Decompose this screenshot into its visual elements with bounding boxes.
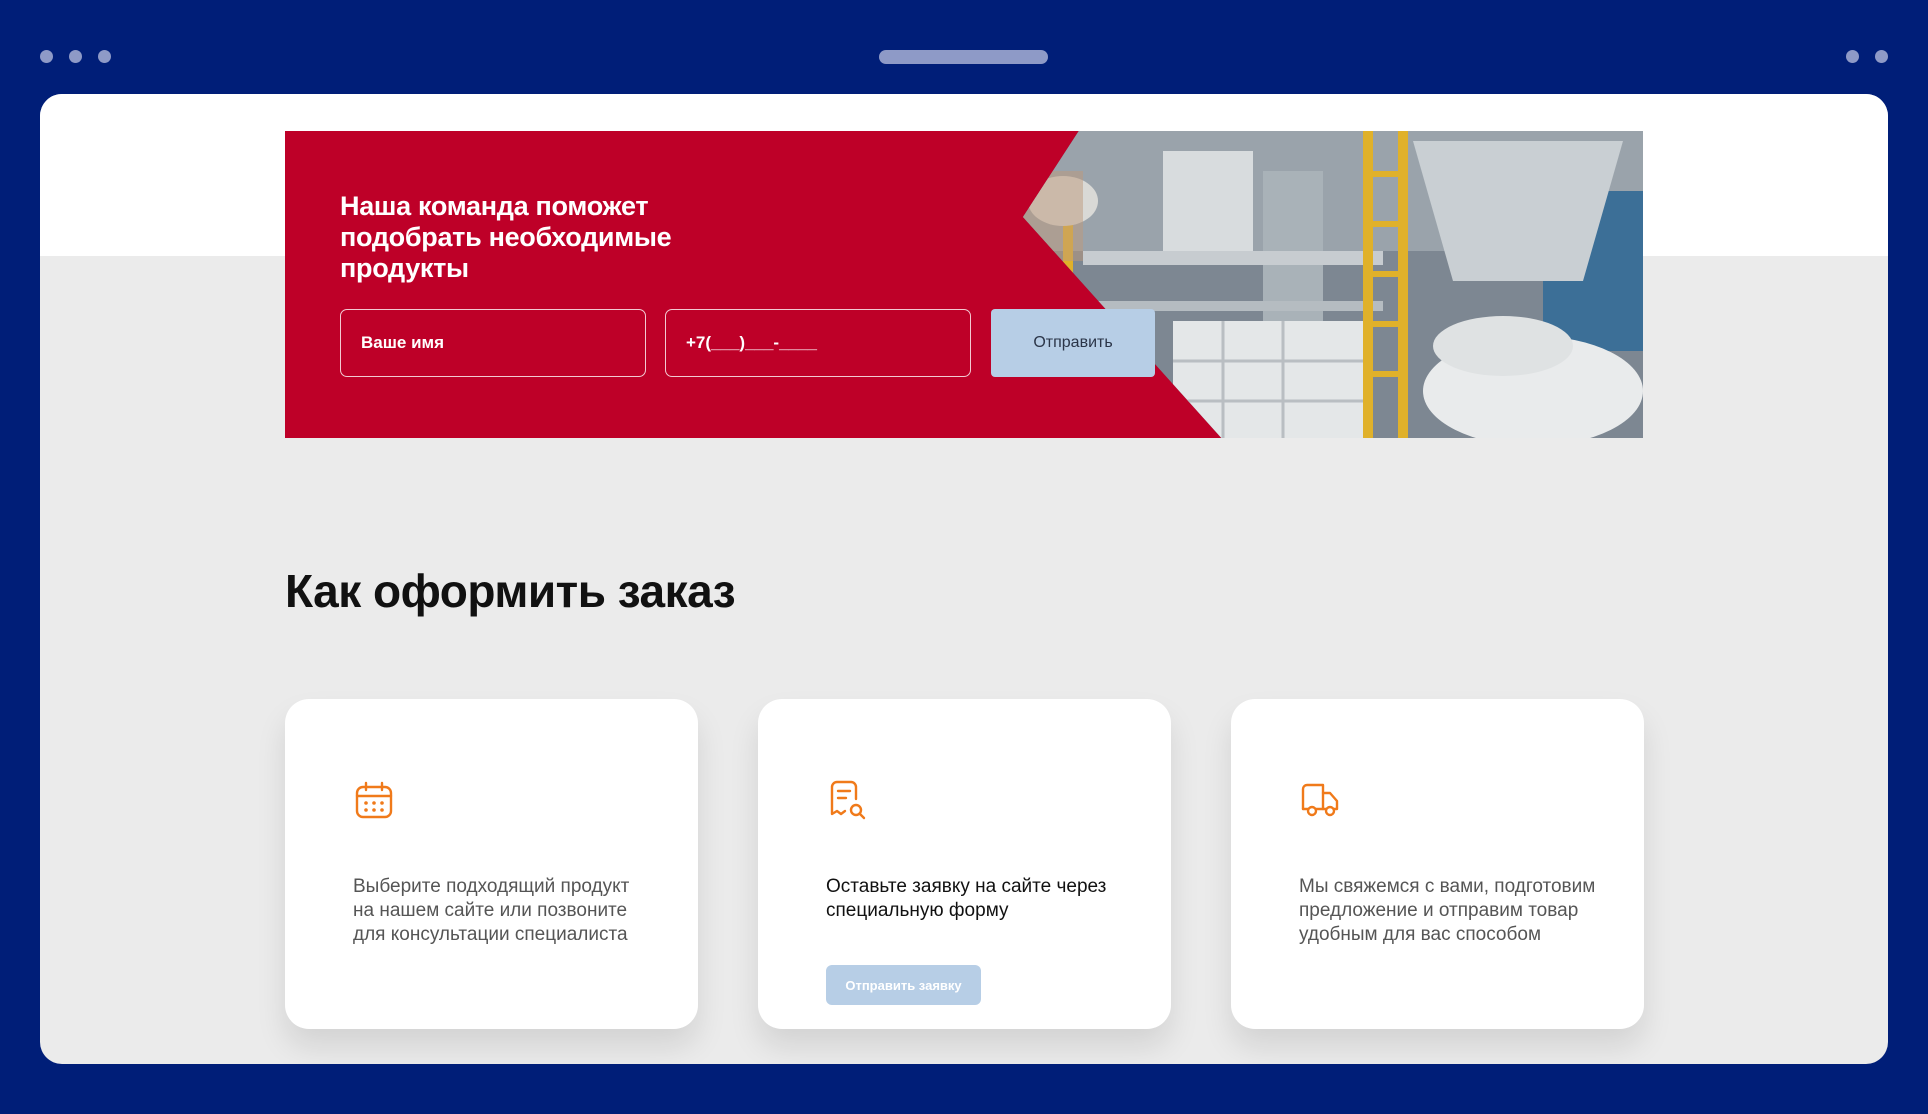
window-dot xyxy=(1875,50,1888,63)
window-dot xyxy=(1846,50,1859,63)
step-text: Мы свяжемся с вами, подготовим предложен… xyxy=(1299,876,1596,945)
page-viewport: Наша команда поможет подобрать необходим… xyxy=(40,94,1888,1064)
window-controls-left xyxy=(40,50,111,63)
factory-photo xyxy=(1023,131,1643,438)
step-text: Оставьте заявку на сайте через специальн… xyxy=(826,876,1107,921)
window-dot xyxy=(98,50,111,63)
factory-illustration xyxy=(1023,131,1643,438)
step-card-1: Выберите подходящий продукт на нашем сай… xyxy=(285,699,698,1029)
phone-input[interactable]: +7(___)___-____ xyxy=(665,309,971,377)
step-card-3: Мы свяжемся с вами, подготовим предложен… xyxy=(1231,699,1644,1029)
window-dot xyxy=(69,50,82,63)
contact-banner: Наша команда поможет подобрать необходим… xyxy=(285,131,1643,438)
calendar-icon xyxy=(355,781,393,819)
browser-frame: Наша команда поможет подобрать необходим… xyxy=(0,0,1928,1114)
step-text: Выберите подходящий продукт на нашем сай… xyxy=(353,876,630,945)
section-title: Как оформить заказ xyxy=(285,565,736,617)
name-input[interactable]: Ваше имя xyxy=(340,309,646,377)
document-search-icon xyxy=(830,780,866,820)
window-dot xyxy=(40,50,53,63)
window-controls-right xyxy=(1846,50,1888,63)
truck-icon xyxy=(1301,783,1339,817)
step-card-2: Оставьте заявку на сайте через специальн… xyxy=(758,699,1171,1029)
banner-title: Наша команда поможет подобрать необходим… xyxy=(340,191,672,283)
submit-button[interactable]: Отправить xyxy=(991,309,1155,377)
address-bar xyxy=(879,50,1048,64)
send-request-button[interactable]: Отправить заявку xyxy=(826,965,981,1005)
